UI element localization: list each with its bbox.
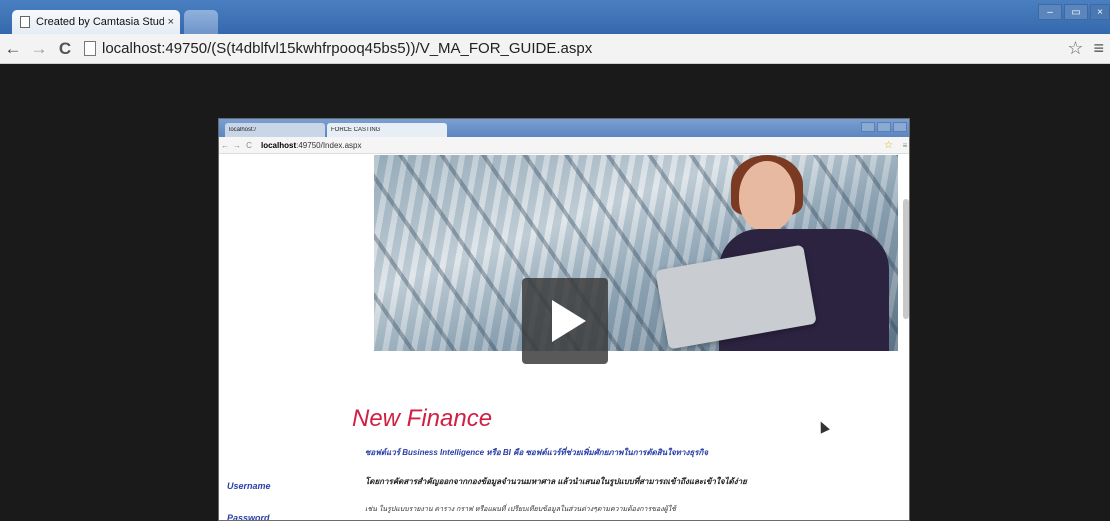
page-icon [84, 41, 96, 56]
hero-image [374, 155, 898, 351]
inner-tab-2-title: FORCE CASTING [331, 127, 381, 133]
tab-title: Created by Camtasia Studio [36, 16, 164, 28]
url-field[interactable]: localhost:49750/(S(t4dblfvl15kwhfrpooq45… [102, 40, 1067, 57]
inner-url: localhost:49750/Index.aspx [261, 140, 362, 150]
inner-tab-1-title: localhost:/ [229, 127, 257, 133]
inner-menu-icon: ≡ [902, 140, 908, 150]
close-icon[interactable]: × [168, 16, 174, 28]
page-headline: New Finance [352, 405, 493, 432]
woman-with-tablet [655, 155, 889, 351]
maximize-icon[interactable]: ▭ [1064, 4, 1088, 20]
bookmark-star-icon[interactable]: ☆ [1067, 38, 1083, 59]
inner-tab-2: FORCE CASTING [327, 123, 447, 137]
address-bar: ← → C localhost:49750/(S(t4dblfvl15kwhfr… [0, 34, 1110, 64]
inner-maximize-icon [877, 122, 891, 132]
back-arrow-icon[interactable]: ← [0, 39, 26, 59]
minimize-icon[interactable]: – [1038, 4, 1062, 20]
description-line-3: เช่น ในรูปแบบรายงาน ตาราง กราฟ หรือแผนที… [365, 506, 676, 513]
play-icon [552, 300, 586, 342]
play-button[interactable] [522, 278, 608, 364]
inner-close-icon [893, 122, 907, 132]
inner-tab-1: localhost:/ [225, 123, 325, 137]
inner-minimize-icon [861, 122, 875, 132]
page-icon [20, 16, 30, 28]
inner-tab-bar: localhost:/ FORCE CASTING [219, 119, 909, 137]
head [739, 161, 795, 231]
menu-icon[interactable]: ≡ [1093, 38, 1104, 59]
inner-scrollbar [903, 199, 909, 319]
description-line-1: ซอฟต์แวร์ Business Intelligence หรือ BI … [365, 448, 709, 457]
new-tab-button[interactable] [184, 10, 218, 34]
password-label: Password [227, 513, 270, 521]
username-label: Username [227, 481, 271, 491]
forward-arrow-icon[interactable]: → [26, 39, 52, 59]
inner-forward-icon: → [233, 140, 241, 150]
tab-camtasia[interactable]: Created by Camtasia Studio × [12, 10, 180, 34]
window-controls: – ▭ × [1038, 4, 1110, 20]
inner-reload-icon: C [246, 140, 252, 150]
inner-star-icon: ☆ [884, 139, 893, 151]
description-line-2: โดยการคัดสารสำคัญออกจากกองข้อมูลจำนวนมหา… [365, 477, 747, 486]
window-close-icon[interactable]: × [1090, 4, 1110, 20]
reload-icon[interactable]: C [52, 39, 78, 59]
inner-address-bar: ← → C localhost:49750/Index.aspx ☆ ≡ [219, 137, 909, 154]
inner-back-icon: ← [221, 140, 229, 150]
browser-tab-bar: Created by Camtasia Studio × – ▭ × [0, 0, 1110, 34]
